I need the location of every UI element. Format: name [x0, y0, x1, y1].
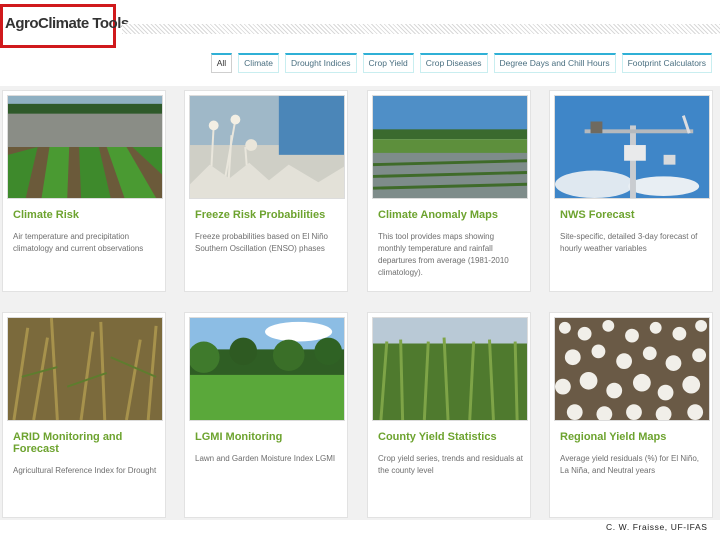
card-nws-forecast[interactable]: NWS Forecast Site-specific, detailed 3-d… — [549, 90, 713, 292]
card-title[interactable]: ARID Monitoring and Forecast — [13, 431, 159, 455]
card-arid-monitoring[interactable]: ARID Monitoring and Forecast Agricultura… — [2, 312, 166, 518]
header: AgroClimate Tools — [0, 0, 720, 52]
card-title[interactable]: Climate Risk — [13, 209, 159, 221]
tool-grid: Climate Risk Air temperature and precipi… — [0, 86, 720, 520]
card-title[interactable]: County Yield Statistics — [378, 431, 524, 443]
card-lgmi-monitoring[interactable]: LGMI Monitoring Lawn and Garden Moisture… — [184, 312, 348, 518]
card-climate-risk[interactable]: Climate Risk Air temperature and precipi… — [2, 90, 166, 292]
card-county-yield[interactable]: County Yield Statistics Crop yield serie… — [367, 312, 531, 518]
card-climate-anomaly-maps[interactable]: Climate Anomaly Maps This tool provides … — [367, 90, 531, 292]
waterlogged-field-image[interactable] — [372, 95, 528, 199]
filter-crop-yield[interactable]: Crop Yield — [362, 53, 414, 73]
filter-drought-indices[interactable]: Drought Indices — [284, 53, 357, 73]
cotton-field-image[interactable] — [554, 317, 710, 421]
filter-climate[interactable]: Climate — [238, 53, 279, 73]
card-description: This tool provides maps showing monthly … — [378, 232, 509, 277]
logo[interactable]: AgroClimate Tools — [5, 15, 129, 32]
card-title[interactable]: NWS Forecast — [560, 209, 706, 221]
frosted-plants-image[interactable] — [189, 95, 345, 199]
logo-highlight-box[interactable]: AgroClimate Tools — [0, 4, 129, 48]
card-regional-yield-maps[interactable]: Regional Yield Maps Average yield residu… — [549, 312, 713, 518]
card-title[interactable]: Climate Anomaly Maps — [378, 209, 524, 221]
card-title[interactable]: Freeze Risk Probabilities — [195, 209, 341, 221]
card-description: Agricultural Reference Index for Drought — [13, 466, 157, 475]
card-description: Crop yield series, trends and residuals … — [378, 454, 523, 475]
footer-credit: C. W. Fraisse, UF-IFAS — [606, 522, 708, 532]
drought-stressed-corn-image[interactable] — [7, 317, 163, 421]
card-title[interactable]: Regional Yield Maps — [560, 431, 706, 443]
card-freeze-risk[interactable]: Freeze Risk Probabilities Freeze probabi… — [184, 90, 348, 292]
card-description: Freeze probabilities based on El Niño So… — [195, 232, 328, 253]
card-description: Lawn and Garden Moisture Index LGMI — [195, 454, 336, 463]
card-description: Average yield residuals (%) for El Niño,… — [560, 454, 700, 475]
weather-station-image[interactable] — [554, 95, 710, 199]
filter-degree-days[interactable]: Degree Days and Chill Hours — [493, 53, 616, 73]
flooded-crop-field-image[interactable] — [7, 95, 163, 199]
card-title[interactable]: LGMI Monitoring — [195, 431, 341, 443]
card-description: Site-specific, detailed 3-day forecast o… — [560, 232, 698, 253]
filter-crop-diseases[interactable]: Crop Diseases — [419, 53, 488, 73]
green-lawn-trees-image[interactable] — [189, 317, 345, 421]
filter-bar: All Climate Drought Indices Crop Yield C… — [210, 53, 712, 73]
filter-all[interactable]: All — [210, 53, 233, 73]
card-description: Air temperature and precipitation climat… — [13, 232, 144, 253]
corn-field-rows-image[interactable] — [372, 317, 528, 421]
header-stripe — [122, 24, 720, 34]
filter-footprint-calculators[interactable]: Footprint Calculators — [621, 53, 712, 73]
